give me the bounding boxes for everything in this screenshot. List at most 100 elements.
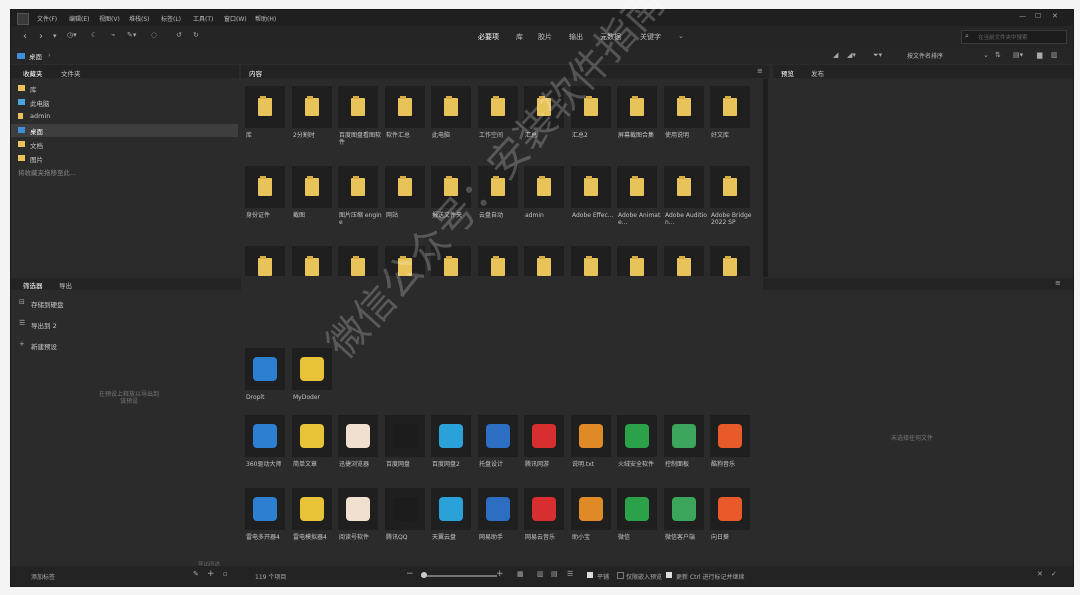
close-icon[interactable]: ✕ (1052, 12, 1058, 20)
minimize-icon[interactable]: — (1019, 12, 1026, 20)
thumbnail-item[interactable] (571, 86, 611, 128)
breadcrumb[interactable]: 桌面 (29, 51, 42, 61)
thumbnail-item[interactable] (710, 166, 750, 208)
back-icon[interactable]: ‹ (23, 31, 27, 42)
breadcrumb-chevron-icon[interactable]: › (48, 51, 51, 59)
delete-icon[interactable]: ▫ (223, 570, 228, 578)
thumbnail-item[interactable] (617, 488, 657, 530)
thumbnail-item[interactable] (571, 488, 611, 530)
menu-file[interactable]: 文件(F) (37, 14, 57, 23)
thumbnail-item[interactable] (478, 415, 518, 457)
thumbnail-item[interactable] (664, 415, 704, 457)
menu-stack[interactable]: 堆栈(S) (129, 14, 150, 23)
sort-dropdown[interactable]: 按文件名排序 (907, 51, 943, 60)
thumbnail-item[interactable] (338, 86, 378, 128)
sidebar-item-this-pc[interactable]: 此电脑 (11, 96, 238, 109)
thumbnail-item[interactable] (292, 488, 332, 530)
thumbnail-item[interactable] (710, 246, 750, 276)
thumbnail-item[interactable] (478, 488, 518, 530)
thumbnail-item[interactable] (385, 86, 425, 128)
confirm-icon[interactable]: ✓ (1051, 570, 1057, 578)
zoom-out-icon[interactable]: − (406, 569, 414, 579)
thumbnail-item[interactable] (571, 166, 611, 208)
tab-favorites[interactable]: 收藏夹 (23, 68, 43, 78)
thumbnail-item[interactable] (385, 166, 425, 208)
sidebar-item-documents[interactable]: 文档 (11, 138, 238, 151)
boomerang-icon[interactable]: ☾ (91, 31, 97, 39)
add-icon[interactable]: + (207, 569, 215, 579)
thumbnail-item[interactable] (245, 86, 285, 128)
thumbnail-size-slider[interactable] (421, 572, 497, 578)
thumbnail-item[interactable] (385, 246, 425, 276)
rating-filter-icon[interactable]: ◢▾ (847, 51, 856, 59)
thumbnail-item[interactable] (617, 415, 657, 457)
thumbnail-item[interactable] (338, 415, 378, 457)
workspace-keywords[interactable]: 关键字 (640, 32, 661, 42)
menu-label[interactable]: 标签(L) (161, 14, 181, 23)
thumbnail-item[interactable] (245, 415, 285, 457)
sidebar-item-desktop[interactable]: 桌面 (11, 124, 238, 137)
thumbnail-item[interactable] (664, 246, 704, 276)
thumbnail-item[interactable] (524, 86, 564, 128)
export-item-preset[interactable]: ☰ 导出到 2 (17, 318, 217, 330)
thumbnail-item[interactable] (431, 86, 471, 128)
checkbox-tile[interactable] (587, 572, 593, 578)
thumbnail-item[interactable] (664, 86, 704, 128)
export-item-save-to-disk[interactable]: ⊟ 存储到硬盘 (17, 297, 217, 309)
sidebar-item-admin[interactable]: admin (11, 110, 238, 123)
thumbnail-item[interactable] (338, 166, 378, 208)
slider-handle[interactable] (421, 572, 427, 578)
thumbnail-item[interactable] (245, 166, 285, 208)
tab-content[interactable]: 内容 (249, 68, 262, 78)
menu-help[interactable]: 帮助(H) (255, 14, 276, 23)
thumbnail-item[interactable] (431, 246, 471, 276)
thumbnail-item[interactable] (292, 415, 332, 457)
thumbnail-item[interactable] (431, 166, 471, 208)
tab-publish[interactable]: 发布 (811, 68, 824, 78)
workspace-essentials[interactable]: 必要项 (478, 32, 499, 42)
thumbnail-item[interactable] (292, 348, 332, 390)
forward-icon[interactable]: › (39, 31, 43, 42)
sort-order-icon[interactable]: ⇅ (995, 51, 1001, 59)
thumbnail-item[interactable] (710, 488, 750, 530)
workspace-more-icon[interactable]: ⌄ (678, 32, 684, 40)
tab-preview[interactable]: 预览 (781, 68, 794, 78)
recent-icon[interactable]: ◷▾ (67, 31, 77, 39)
thumbnail-item[interactable] (431, 488, 471, 530)
open-in-camera-raw-icon[interactable]: ◌ (151, 31, 157, 39)
quality-icon[interactable]: ◢ (833, 51, 838, 59)
view-list-icon[interactable]: ☰ (567, 570, 573, 578)
menu-window[interactable]: 窗口(W) (224, 14, 247, 23)
menu-view[interactable]: 视图(V) (99, 14, 120, 23)
thumbnail-item[interactable] (478, 86, 518, 128)
thumbnail-item[interactable] (338, 488, 378, 530)
add-tag-label[interactable]: 添加标签 (31, 572, 55, 581)
view-details-icon[interactable]: ▤ (551, 570, 558, 578)
content-scrollbar[interactable] (763, 79, 768, 277)
thumbnail-item[interactable] (617, 246, 657, 276)
sort-dropdown-arrow-icon[interactable]: ⌄ (983, 51, 989, 59)
rotate-right-icon[interactable]: ↻ (193, 31, 199, 39)
cancel-icon[interactable]: ✕ (1037, 570, 1043, 578)
filter-icon[interactable]: ⏷▾ (873, 51, 882, 60)
thumbnail-item[interactable] (245, 348, 285, 390)
thumbnail-item[interactable] (292, 246, 332, 276)
thumbnail-item[interactable] (431, 415, 471, 457)
menu-tools[interactable]: 工具(T) (193, 14, 213, 23)
tab-folders[interactable]: 文件夹 (61, 68, 81, 78)
sidebar-item-library[interactable]: 库 (11, 82, 238, 95)
trash-icon[interactable]: ▥ (1051, 51, 1058, 59)
workspace-output[interactable]: 输出 (569, 32, 583, 42)
thumbnail-item[interactable] (524, 166, 564, 208)
thumbnail-item[interactable] (571, 415, 611, 457)
thumbnail-item[interactable] (710, 415, 750, 457)
workspace-metadata[interactable]: 元数据 (600, 32, 621, 42)
maximize-icon[interactable]: ☐ (1035, 12, 1041, 20)
view-thumbnails-icon[interactable]: ▥ (537, 570, 544, 578)
thumbnail-item[interactable] (664, 488, 704, 530)
tab-filter[interactable]: 筛选器 (23, 280, 43, 290)
rotate-left-icon[interactable]: ↺ (176, 31, 182, 39)
thumbnail-item[interactable] (292, 86, 332, 128)
recent-files-icon[interactable]: ▤▾ (1013, 51, 1023, 59)
thumbnail-item[interactable] (571, 246, 611, 276)
